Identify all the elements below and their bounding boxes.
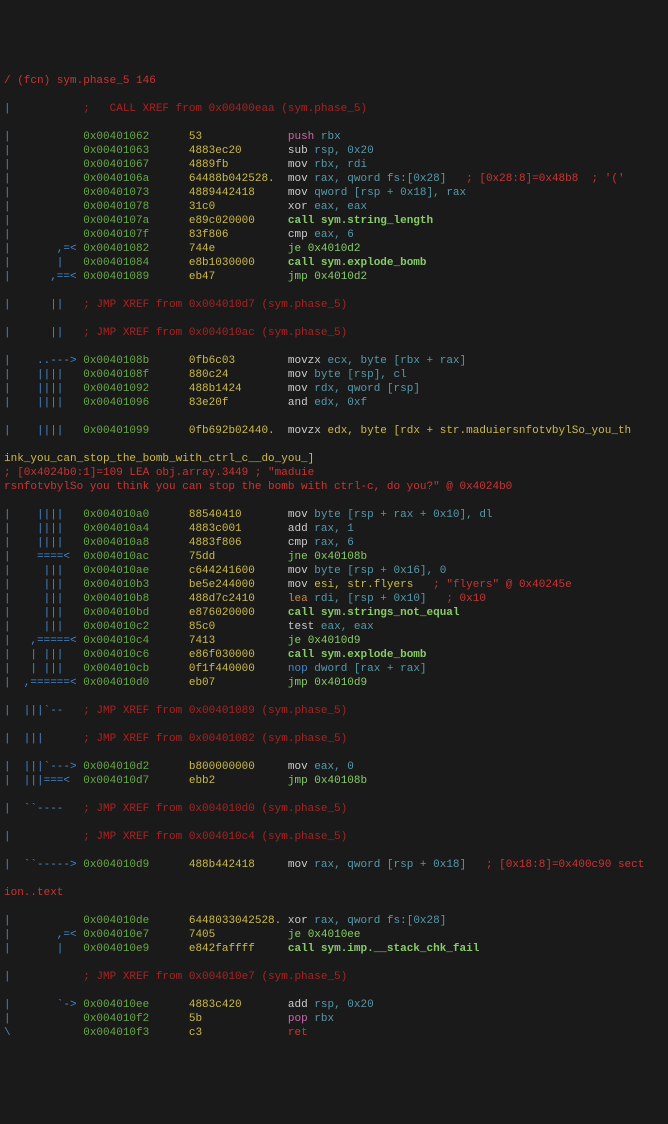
asm-line: | 0x00401067 4889fb mov rbx, rdi (4, 158, 664, 172)
block-2: | ..---> 0x0040108b 0fb6c03 movzx ecx, b… (4, 354, 664, 410)
asm-line: | | 0x00401084 e8b1030000 call sym.explo… (4, 256, 664, 270)
wrapped-section: ion..text (4, 886, 664, 900)
xref-comment: ; JMP XREF from 0x004010c4 (sym.phase_5) (83, 831, 347, 843)
xref-comment: ; JMP XREF from 0x004010d0 (sym.phase_5) (83, 803, 347, 815)
asm-line: | 0x004010de 6448033042528. xor rax, qwo… (4, 914, 664, 928)
asm-line: | |||| 0x00401096 83e20f and edx, 0xf (4, 396, 664, 410)
asm-line: | ||| 0x004010b8 488d7c2410 lea rdi, [rs… (4, 592, 664, 606)
asm-line: | 0x0040107f 83f806 cmp eax, 6 (4, 228, 664, 242)
asm-line: | | ||| 0x004010cb 0f1f440000 nop dword … (4, 662, 664, 676)
asm-line: | ||| 0x004010bd e876020000 call sym.str… (4, 606, 664, 620)
long-instruction: | |||| 0x00401099 0fb692b02440. movzx ed… (4, 424, 664, 438)
asm-line: | ====< 0x004010ac 75dd jne 0x40108b (4, 550, 664, 564)
asm-line: | ,=< 0x004010e7 7405 je 0x4010ee (4, 928, 664, 942)
block-3: | |||| 0x004010a0 88540410 mov byte [rsp… (4, 508, 664, 690)
asm-line: \ 0x004010f3 c3 ret (4, 1026, 664, 1040)
asm-line: | 0x00401078 31c0 xor eax, eax (4, 200, 664, 214)
asm-line: | 0x004010f2 5b pop rbx (4, 1012, 664, 1026)
disassembly-listing[interactable]: / (fcn) sym.phase_5 146 | ; CALL XREF fr… (4, 60, 664, 1054)
asm-line: | 0x0040106a 64488b042528. mov rax, qwor… (4, 172, 664, 186)
wrapped-comment: rsnfotvbylSo you think you can stop the … (4, 480, 664, 494)
asm-line: | ||| 0x004010ae c644241600 mov byte [rs… (4, 564, 664, 578)
asm-line: | 0x00401063 4883ec20 sub rsp, 0x20 (4, 144, 664, 158)
asm-line: | | ||| 0x004010c6 e86f030000 call sym.e… (4, 648, 664, 662)
xref-comment: ; JMP XREF from 0x00401082 (sym.phase_5) (83, 733, 347, 745)
block-6: | 0x004010de 6448033042528. xor rax, qwo… (4, 914, 664, 956)
asm-line: | | 0x004010e9 e842faffff call sym.imp._… (4, 942, 664, 956)
asm-line: | 0x00401062 53 push rbx (4, 130, 664, 144)
wrapped-text: ink_you_can_stop_the_bomb_with_ctrl_c__d… (4, 452, 664, 466)
block-7: | `-> 0x004010ee 4883c420 add rsp, 0x20|… (4, 998, 664, 1040)
asm-line: | ,=====< 0x004010c4 7413 je 0x4010d9 (4, 634, 664, 648)
asm-line: | |||| 0x004010a4 4883c001 add rax, 1 (4, 522, 664, 536)
asm-line: | ..---> 0x0040108b 0fb6c03 movzx ecx, b… (4, 354, 664, 368)
asm-line: | `-> 0x004010ee 4883c420 add rsp, 0x20 (4, 998, 664, 1012)
xref-comment: ; JMP XREF from 0x004010d7 (sym.phase_5) (83, 299, 347, 311)
asm-line: | ``-----> 0x004010d9 488b442418 mov rax… (4, 858, 664, 872)
asm-line: | |||| 0x004010a0 88540410 mov byte [rsp… (4, 508, 664, 522)
asm-line: | |||| 0x004010a8 4883f806 cmp rax, 6 (4, 536, 664, 550)
xref-comment: ; JMP XREF from 0x004010e7 (sym.phase_5) (83, 971, 347, 983)
block-5: | ``-----> 0x004010d9 488b442418 mov rax… (4, 858, 664, 872)
xref-comment: ; JMP XREF from 0x004010ac (sym.phase_5) (83, 327, 347, 339)
asm-line: | ,==< 0x00401089 eb47 jmp 0x4010d2 (4, 270, 664, 284)
asm-line: | ,=< 0x00401082 744e je 0x4010d2 (4, 242, 664, 256)
asm-line: | ||| 0x004010b3 be5e244000 mov esi, str… (4, 578, 664, 592)
asm-line: | |||| 0x00401092 488b1424 mov rdx, qwor… (4, 382, 664, 396)
asm-line: | 0x00401073 4889442418 mov qword [rsp +… (4, 186, 664, 200)
asm-line: | |||`---> 0x004010d2 b800000000 mov eax… (4, 760, 664, 774)
asm-line: | ||| 0x004010c2 85c0 test eax, eax (4, 620, 664, 634)
xref-comment: ; CALL XREF from 0x00400eaa (sym.phase_5… (83, 103, 367, 115)
xref-comment: ; JMP XREF from 0x00401089 (sym.phase_5) (83, 705, 347, 717)
block-4: | |||`---> 0x004010d2 b800000000 mov eax… (4, 760, 664, 788)
block-1: | 0x00401062 53 push rbx| 0x00401063 488… (4, 130, 664, 284)
asm-line: | ,======< 0x004010d0 eb07 jmp 0x4010d9 (4, 676, 664, 690)
asm-line: | |||===< 0x004010d7 ebb2 jmp 0x40108b (4, 774, 664, 788)
asm-line: | 0x0040107a e89c020000 call sym.string_… (4, 214, 664, 228)
function-header: / (fcn) sym.phase_5 146 (4, 74, 664, 88)
asm-line: | |||| 0x0040108f 880c24 mov byte [rsp],… (4, 368, 664, 382)
